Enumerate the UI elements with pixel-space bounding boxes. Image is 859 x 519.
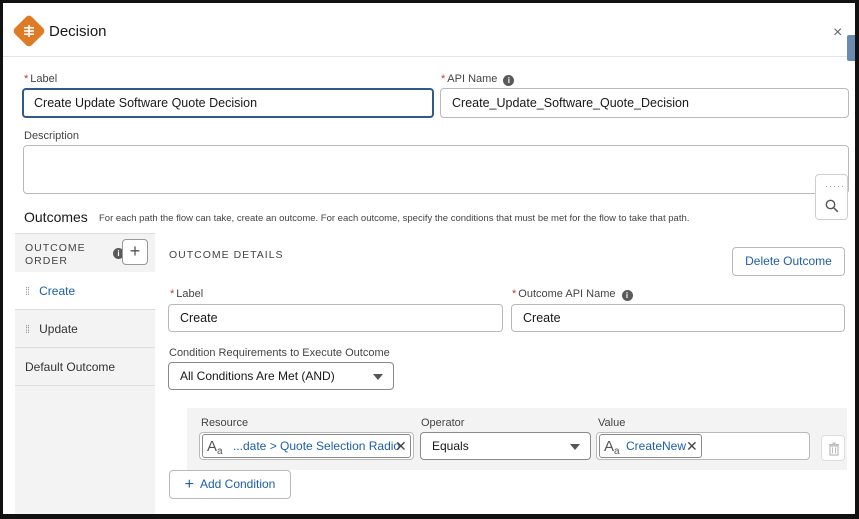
chevron-down-icon (373, 374, 383, 380)
outcome-item-label: Create (39, 284, 76, 298)
outcome-item-create[interactable]: ⁞⁞ Create (15, 272, 155, 310)
info-icon[interactable]: i (621, 290, 633, 301)
search-icon[interactable] (825, 199, 839, 213)
outcome-item-label: Default Outcome (25, 360, 116, 374)
outcome-order-label: OUTCOME ORDER (25, 242, 86, 268)
decision-icon (12, 14, 46, 48)
api-name-input[interactable]: Create_Update_Software_Quote_Decision (440, 88, 849, 118)
condition-requirements-select[interactable]: All Conditions Are Met (AND) (168, 362, 394, 390)
decision-modal: Decision × * Label Create Update Software… (0, 0, 859, 519)
side-toolbox[interactable]: ····· (815, 174, 848, 220)
outcome-item-default[interactable]: Default Outcome (15, 348, 155, 386)
api-name-field-label: * API Name i (441, 73, 515, 86)
outcome-details-heading: OUTCOME DETAILS (169, 249, 284, 261)
modal-header: Decision × (3, 3, 855, 61)
order-label-line2: ORDER (25, 255, 68, 267)
outcome-label-field-label: * Label (170, 288, 204, 300)
outcome-api-name-text: Outcome API Name (518, 288, 616, 300)
value-pill-text: CreateNew (626, 439, 687, 453)
api-name-label-text: API Name (447, 73, 498, 85)
add-condition-button[interactable]: + Add Condition (169, 470, 291, 499)
operator-select[interactable]: Equals (420, 432, 591, 460)
delete-condition-button[interactable] (821, 435, 845, 461)
outcome-api-name-field-label: * Outcome API Name i (512, 288, 633, 301)
info-icon[interactable]: i (503, 75, 515, 86)
add-condition-label: Add Condition (199, 477, 276, 491)
resource-input[interactable]: Aa ...date > Quote Selection Radio ✕ (199, 432, 414, 460)
outcomes-description: For each path the flow can take, create … (99, 213, 690, 224)
add-outcome-button[interactable]: + (122, 239, 148, 265)
remove-resource-icon[interactable]: ✕ (395, 435, 407, 457)
outcomes-heading: Outcomes (24, 209, 88, 225)
delete-outcome-button[interactable]: Delete Outcome (732, 247, 845, 276)
label-field-label-text: Label (30, 73, 58, 85)
value-pill[interactable]: Aa CreateNew ✕ (599, 434, 702, 458)
scrollbar-handle[interactable] (847, 35, 855, 61)
resource-pill[interactable]: Aa ...date > Quote Selection Radio ✕ (202, 434, 411, 458)
outcome-api-name-input[interactable]: Create (511, 304, 845, 332)
drag-handle-icon[interactable]: ····· (825, 181, 845, 191)
value-label: Value (598, 417, 626, 429)
close-icon[interactable]: × (833, 25, 842, 41)
description-field-label: Description (24, 130, 80, 142)
resource-label: Resource (201, 417, 249, 429)
operator-label: Operator (421, 417, 465, 429)
plus-icon: + (184, 476, 194, 493)
outcome-label-text: Label (176, 288, 204, 300)
outcome-item-label: Update (39, 322, 78, 336)
order-label-line1: OUTCOME (25, 242, 86, 254)
text-type-icon: Aa (207, 438, 223, 457)
label-field-label: * Label (24, 73, 58, 85)
outcome-label-input[interactable]: Create (168, 304, 503, 332)
description-textarea[interactable] (23, 145, 849, 194)
outcome-order-panel: OUTCOME ORDER i + ⁞⁞ Create ⁞⁞ Update Defa… (15, 233, 155, 514)
condition-requirements-value: All Conditions Are Met (AND) (180, 369, 335, 383)
resource-pill-text: ...date > Quote Selection Radio (233, 439, 401, 453)
modal-title: Decision (49, 23, 107, 40)
outcome-item-update[interactable]: ⁞⁞ Update (15, 310, 155, 348)
label-input[interactable]: Create Update Software Quote Decision (22, 88, 434, 118)
remove-value-icon[interactable]: ✕ (686, 435, 698, 457)
trash-icon (829, 442, 839, 456)
text-type-icon: Aa (604, 438, 620, 457)
value-input[interactable]: Aa CreateNew ✕ (596, 432, 810, 460)
operator-value: Equals (432, 439, 469, 453)
drag-grip-icon[interactable]: ⁞⁞ (25, 324, 30, 336)
chevron-down-icon (570, 444, 580, 450)
condition-requirements-label: Condition Requirements to Execute Outcom… (169, 347, 390, 359)
drag-grip-icon[interactable]: ⁞⁞ (25, 286, 30, 298)
